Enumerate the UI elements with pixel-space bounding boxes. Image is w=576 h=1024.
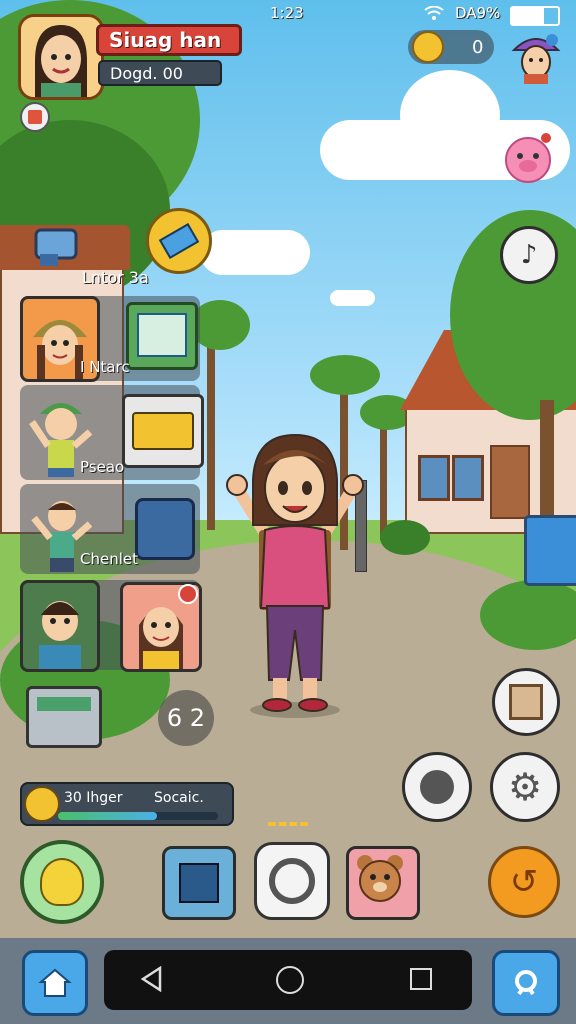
wifi-icon: [424, 6, 444, 20]
currency-count: 0: [472, 36, 484, 58]
square-recent-icon[interactable]: [410, 968, 432, 990]
coin-icon: [412, 31, 444, 63]
hunger-bar-fill: [58, 812, 158, 820]
pet-pig-icon[interactable]: [500, 130, 556, 186]
door-icon: [509, 684, 543, 720]
pencil-icon: [158, 222, 200, 260]
circle-home-icon[interactable]: [276, 966, 304, 994]
inventory-button[interactable]: [162, 846, 236, 920]
battery-icon: [510, 6, 560, 26]
player-subtitle: Dogd. 00: [98, 60, 222, 86]
window: [418, 455, 450, 501]
bus-icon[interactable]: [122, 394, 204, 468]
cloud: [400, 70, 500, 160]
palm-trunk: [380, 420, 387, 540]
panel-header: Lntor 3a: [82, 268, 149, 287]
map-icon[interactable]: [126, 302, 198, 370]
system-nav: [104, 950, 472, 1010]
settings-button[interactable]: ⚙: [490, 752, 560, 822]
pet-button[interactable]: [346, 846, 420, 920]
list-item-label: I Ntarc: [80, 358, 130, 376]
leaf-button[interactable]: [20, 840, 104, 924]
refresh-button[interactable]: ↺: [488, 846, 560, 918]
gear-icon: ⚙: [507, 765, 543, 809]
camera-icon: [269, 858, 315, 904]
character-thumb[interactable]: [20, 580, 100, 672]
refresh-icon: ↺: [509, 862, 539, 902]
hunger-panel: 30 Ihger Socaic.: [20, 782, 234, 826]
hunger-label: 30 Ihger: [64, 790, 123, 806]
leaf-icon: [40, 858, 84, 906]
music-button[interactable]: ♪: [500, 226, 558, 284]
home-icon: [38, 968, 72, 997]
register-icon[interactable]: [26, 686, 102, 748]
status-time: 1:23: [270, 4, 304, 22]
music-icon: ♪: [520, 240, 538, 270]
highlight-mark: [268, 822, 308, 838]
teddy-bear-icon: [357, 855, 403, 902]
badge-icon[interactable]: [20, 102, 50, 132]
palm-trunk: [207, 330, 215, 530]
notification-dot: [178, 584, 198, 604]
vending-machine[interactable]: [524, 515, 576, 586]
friend-avatar[interactable]: [508, 28, 564, 84]
currency-pill[interactable]: 0: [408, 30, 494, 64]
list-item-label: Pseao: [80, 458, 125, 476]
chat-icon: [420, 770, 454, 804]
hunger-icon: [24, 786, 60, 822]
player-name: Siuag han: [96, 24, 242, 56]
bag-icon[interactable]: [30, 216, 86, 272]
cloud: [200, 230, 310, 275]
list-item-label: Chenlet: [80, 550, 138, 568]
box-icon: [179, 863, 219, 903]
bush: [380, 520, 430, 555]
suitcase-icon[interactable]: [135, 498, 195, 560]
exit-button[interactable]: [492, 668, 560, 736]
player-character[interactable]: [225, 430, 365, 720]
search-button[interactable]: [492, 950, 560, 1016]
cloud: [330, 290, 375, 306]
camera-button[interactable]: [254, 842, 330, 920]
back-icon[interactable]: [140, 966, 162, 992]
door: [490, 445, 530, 519]
home-button[interactable]: [22, 950, 88, 1016]
quest-button[interactable]: [146, 208, 212, 274]
timer-indicator[interactable]: 6 2: [158, 690, 214, 746]
battery-percent: DA9%: [455, 4, 501, 22]
chat-button[interactable]: [402, 752, 472, 822]
window: [452, 455, 484, 501]
social-label: Socaic.: [154, 790, 204, 806]
search-icon: [515, 970, 537, 996]
palm-leaves: [310, 355, 380, 395]
player-avatar[interactable]: [18, 14, 104, 100]
hunger-bar: [58, 812, 218, 820]
